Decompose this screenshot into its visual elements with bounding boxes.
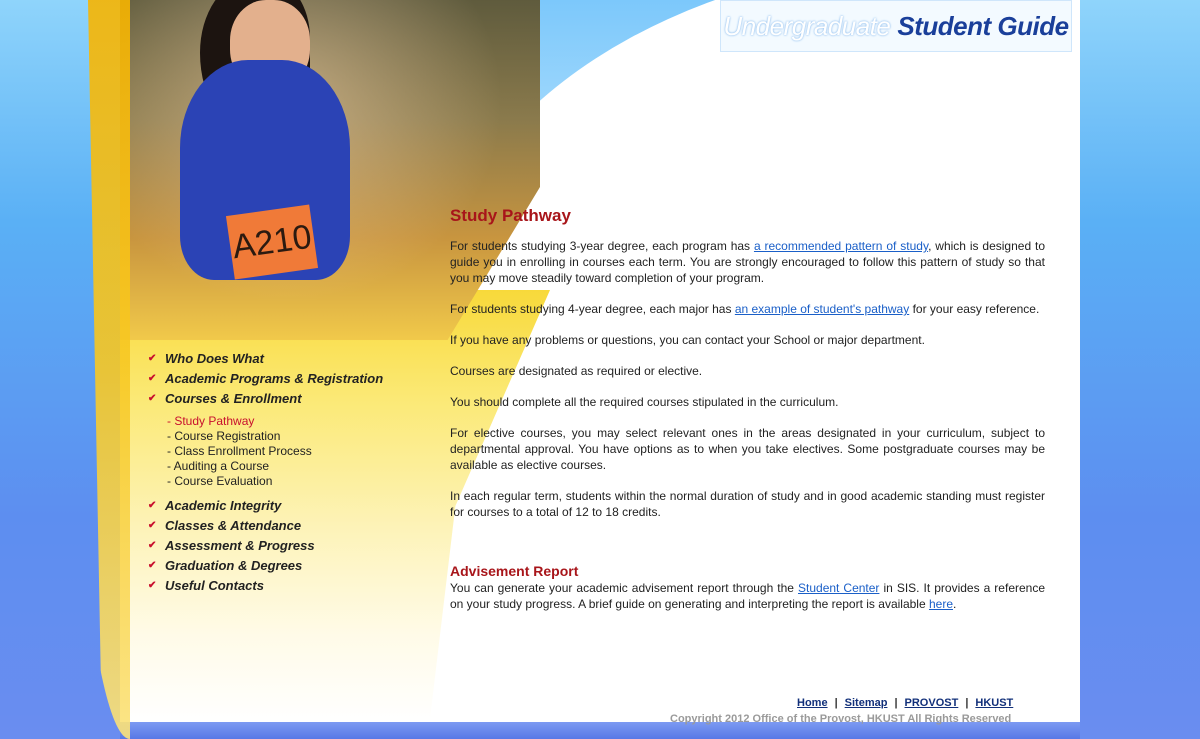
nav-item-label: Useful Contacts bbox=[165, 577, 264, 593]
section-title-advisement: Advisement Report bbox=[450, 563, 579, 579]
copyright-text: Copyright 2012 Office of the Provost, HK… bbox=[670, 713, 1012, 725]
main-content: Study Pathway For students studying 3-ye… bbox=[450, 206, 1045, 627]
subnav-course-registration[interactable]: - Course Registration bbox=[167, 429, 428, 444]
nav-item-courses-enrollment[interactable]: ✔ Courses & Enrollment bbox=[148, 388, 428, 408]
chevron-down-icon: ✔ bbox=[148, 372, 157, 384]
here-link[interactable]: here bbox=[929, 597, 953, 611]
subnav-class-enrollment[interactable]: - Class Enrollment Process bbox=[167, 444, 428, 459]
nav-item-label: Who Does What bbox=[165, 350, 264, 366]
chevron-down-icon: ✔ bbox=[148, 559, 157, 571]
footer-links: Home | Sitemap | PROVOST | HKUST bbox=[790, 697, 1050, 709]
text: For students studying 4-year degree, eac… bbox=[450, 302, 735, 316]
nav-item-label: Academic Programs & Registration bbox=[165, 370, 384, 386]
chevron-down-icon: ✔ bbox=[148, 499, 157, 511]
chevron-down-icon: ✔ bbox=[148, 352, 157, 364]
subnav-study-pathway[interactable]: - Study Pathway bbox=[167, 414, 428, 429]
footer-sitemap-link[interactable]: Sitemap bbox=[845, 697, 888, 709]
paragraph-designation: Courses are designated as required or el… bbox=[450, 364, 703, 378]
paragraph-3-year: For students studying 3-year degree, eac… bbox=[450, 238, 1045, 286]
courses-submenu: - Study Pathway - Course Registration - … bbox=[167, 414, 428, 489]
site-title-part2: Student Guide bbox=[897, 10, 1069, 41]
nav-item-label: Classes & Attendance bbox=[165, 517, 302, 533]
footer-hkust-link[interactable]: HKUST bbox=[975, 697, 1013, 709]
chevron-down-icon: ✔ bbox=[148, 579, 157, 591]
paragraph-required: You should complete all the required cou… bbox=[450, 395, 839, 409]
student-center-link[interactable]: Student Center bbox=[798, 581, 879, 595]
nav-item-assessment-progress[interactable]: ✔ Assessment & Progress bbox=[148, 535, 428, 555]
student-pathway-link[interactable]: an example of student's pathway bbox=[735, 302, 909, 316]
nav-item-who-does-what[interactable]: ✔ Who Does What bbox=[148, 348, 428, 368]
page-title: Study Pathway bbox=[450, 206, 571, 225]
nav-item-label: Courses & Enrollment bbox=[165, 390, 302, 406]
site-title: Undergraduate Student Guide bbox=[720, 0, 1072, 52]
footer-home-link[interactable]: Home bbox=[797, 697, 828, 709]
text: You can generate your academic advisemen… bbox=[450, 581, 799, 595]
nav-item-label: Graduation & Degrees bbox=[165, 557, 303, 573]
left-navigation: ✔ Who Does What ✔ Academic Programs & Re… bbox=[148, 348, 428, 595]
paragraph-advisement: You can generate your academic advisemen… bbox=[450, 580, 1045, 612]
paragraph-credits: In each regular term, students within th… bbox=[450, 489, 1045, 519]
recommended-pattern-link[interactable]: a recommended pattern of study bbox=[754, 239, 928, 253]
race-bib: A210 bbox=[225, 204, 319, 280]
chevron-down-icon: ✔ bbox=[148, 539, 157, 551]
subnav-auditing-course[interactable]: - Auditing a Course bbox=[167, 459, 428, 474]
nav-item-label: Academic Integrity bbox=[165, 497, 282, 513]
separator: | bbox=[834, 697, 838, 709]
site-title-part1: Undergraduate bbox=[723, 10, 891, 41]
text: . bbox=[953, 597, 957, 611]
nav-item-label: Assessment & Progress bbox=[165, 537, 315, 553]
chevron-down-icon: ✔ bbox=[148, 519, 157, 531]
footer-provost-link[interactable]: PROVOST bbox=[905, 697, 959, 709]
text: for your easy reference. bbox=[909, 302, 1040, 316]
separator: | bbox=[894, 697, 898, 709]
nav-item-academic-programs[interactable]: ✔ Academic Programs & Registration bbox=[148, 368, 428, 388]
subnav-course-evaluation[interactable]: - Course Evaluation bbox=[167, 474, 428, 489]
text: For students studying 3-year degree, eac… bbox=[450, 239, 754, 253]
nav-item-academic-integrity[interactable]: ✔ Academic Integrity bbox=[148, 495, 428, 515]
chevron-down-icon: ✔ bbox=[148, 392, 157, 404]
paragraph-4-year: For students studying 4-year degree, eac… bbox=[450, 301, 1045, 317]
nav-item-graduation-degrees[interactable]: ✔ Graduation & Degrees bbox=[148, 555, 428, 575]
paragraph-contact: If you have any problems or questions, y… bbox=[450, 333, 925, 347]
nav-item-useful-contacts[interactable]: ✔ Useful Contacts bbox=[148, 575, 428, 595]
paragraph-elective: For elective courses, you may select rel… bbox=[450, 426, 1045, 472]
nav-item-classes-attendance[interactable]: ✔ Classes & Attendance bbox=[148, 515, 428, 535]
separator: | bbox=[965, 697, 969, 709]
